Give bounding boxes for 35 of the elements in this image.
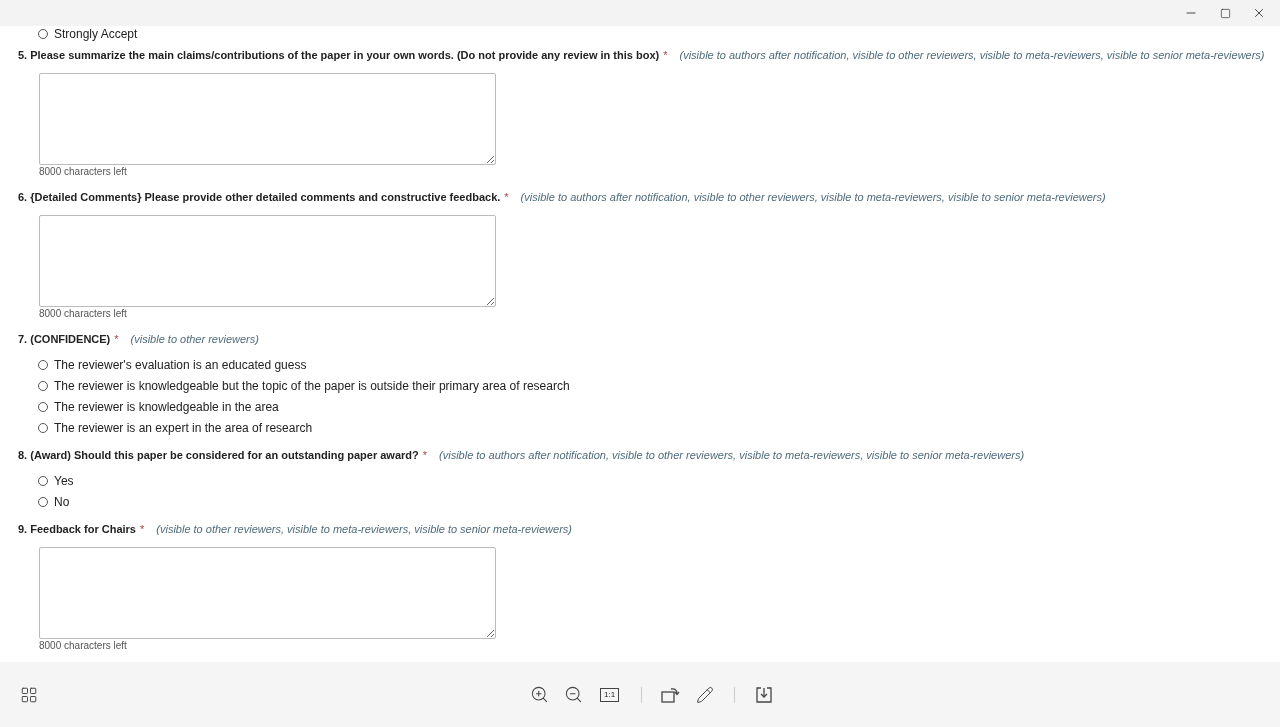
radio-option[interactable]: No: [38, 494, 1280, 510]
question-label: 6. {Detailed Comments} Please provide other detailed comments and constructive feedback.: [18, 191, 501, 203]
required-mark: *: [114, 333, 119, 345]
character-counter: 8000 characters left: [39, 640, 128, 652]
option-label: The reviewer is knowledgeable in the area: [54, 400, 279, 414]
radio-option[interactable]: Strongly Accept: [38, 26, 1280, 42]
option-label: The reviewer's evaluation is an educated guess: [54, 358, 307, 372]
radio-option[interactable]: The reviewer is knowledgeable in the area: [38, 399, 1280, 415]
required-mark: *: [140, 523, 145, 535]
visibility-note: (visible to authors after notification, visible to other reviewers, visible to meta-reviewers, visible to senior meta-reviewers): [679, 49, 1265, 61]
required-mark: *: [504, 191, 509, 203]
question-label: 5. Please summarize the main claims/contributions of the paper in your own words. (Do not provide any review in this box): [18, 49, 660, 61]
radio-option[interactable]: The reviewer is knowledgeable but the topic of the paper is outside their primary area of research: [38, 378, 1280, 394]
character-counter: 8000 characters left: [39, 308, 128, 320]
visibility-note: (visible to other reviewers): [130, 333, 259, 345]
radio-option[interactable]: Yes: [38, 473, 1280, 489]
option-label: The reviewer is knowledgeable but the topic of the paper is outside their primary area of research: [54, 379, 570, 393]
visibility-note: (visible to authors after notification, visible to other reviewers, visible to meta-reviewers, visible to senior meta-reviewers): [520, 191, 1106, 203]
actual-size-button[interactable]: 1:1: [600, 687, 620, 702]
option-label: No: [54, 495, 70, 509]
option-label: The reviewer is an expert in the area of research: [54, 421, 313, 435]
visibility-note: (visible to authors after notification, visible to other reviewers, visible to meta-reviewers, visible to senior meta-reviewers): [439, 449, 1025, 461]
required-mark: *: [422, 449, 428, 461]
radio-option[interactable]: The reviewer is an expert in the area of research: [38, 420, 1280, 436]
option-label: Yes: [54, 474, 74, 488]
close-icon[interactable]: [1252, 6, 1266, 20]
required-mark: *: [663, 49, 668, 61]
radio-option[interactable]: The reviewer's evaluation is an educated guess: [38, 357, 1280, 373]
character-counter: 8000 characters left: [39, 166, 128, 178]
visibility-note: (visible to other reviewers, visible to meta-reviewers, visible to senior meta-reviewers): [156, 523, 572, 535]
question-label: 9. Feedback for Chairs: [18, 523, 136, 535]
question-label: 7. (CONFIDENCE): [18, 333, 111, 345]
maximize-icon[interactable]: [1219, 7, 1231, 19]
option-label: Strongly Accept: [54, 27, 138, 41]
question-label: 8. (Award) Should this paper be considered for an outstanding paper award?: [18, 449, 419, 461]
